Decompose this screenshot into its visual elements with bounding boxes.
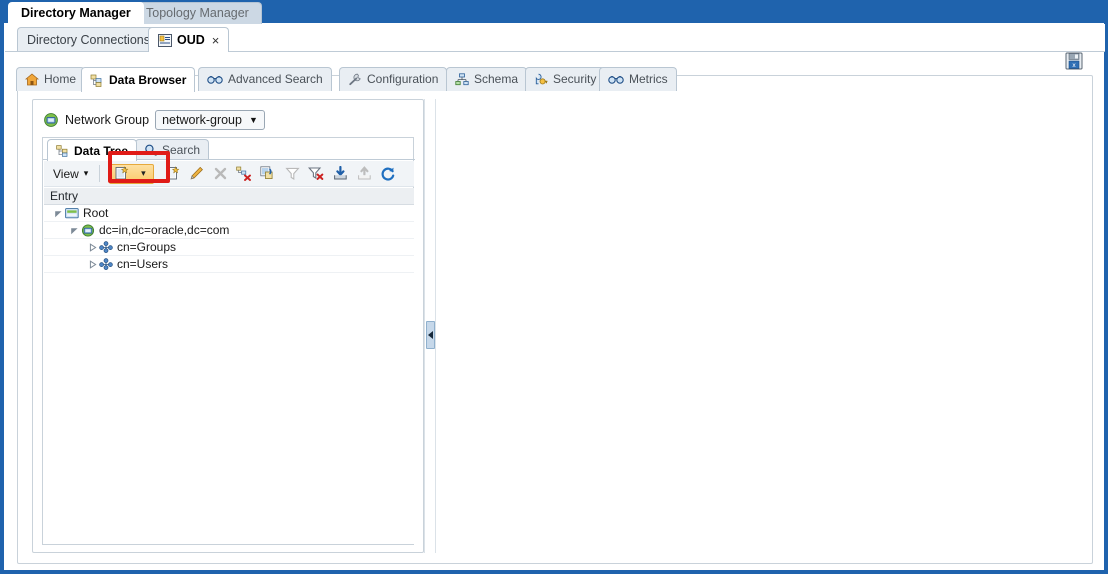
tab-label: Advanced Search <box>228 72 323 86</box>
tree-row-label: dc=in,dc=oracle,dc=com <box>99 223 230 237</box>
group-people-icon <box>98 241 114 253</box>
tab-label: Data Browser <box>109 72 187 87</box>
view-menu-label: View <box>53 166 79 181</box>
page-body: Directory Connections OUD × x Home Data … <box>4 23 1105 570</box>
tree-row-label: cn=Groups <box>117 240 177 254</box>
subtab-label: Data Tree <box>74 143 129 158</box>
panel-splitter[interactable] <box>424 99 436 553</box>
toplevel-tab-topology-manager[interactable]: Topology Manager <box>133 2 262 24</box>
connection-tab-oud[interactable]: OUD × <box>148 27 230 52</box>
subtab-data-tree[interactable]: Data Tree <box>47 139 138 161</box>
root-folder-icon <box>64 207 80 219</box>
toplevel-tab-label: Topology Manager <box>146 6 249 20</box>
tab-security[interactable]: Security <box>525 67 606 91</box>
chevron-down-icon: ▼ <box>248 115 258 125</box>
key-lock-icon <box>534 73 548 86</box>
data-browser-left-panel: Network Group network-group ▼ Data Tree … <box>32 99 424 553</box>
magnifier-icon <box>144 144 157 156</box>
tab-advanced-search[interactable]: Advanced Search <box>198 67 332 91</box>
tab-label: Home <box>44 72 77 86</box>
connection-tabbar: Directory Connections OUD × <box>5 24 1105 52</box>
toplevel-tabbar: Directory Manager Topology Manager <box>0 0 1108 25</box>
wrench-icon <box>348 73 362 86</box>
subtab-search[interactable]: Search <box>135 139 210 160</box>
group-people-icon <box>98 258 114 270</box>
refresh-icon[interactable] <box>376 163 400 185</box>
network-group-icon <box>43 112 59 128</box>
tab-configuration[interactable]: Configuration <box>339 67 448 91</box>
home-icon <box>25 73 39 86</box>
close-icon[interactable]: × <box>210 34 220 47</box>
tree-row-users[interactable]: cn=Users <box>44 256 414 273</box>
tree-row-groups[interactable]: cn=Groups <box>44 239 414 256</box>
tab-home[interactable]: Home <box>16 67 86 91</box>
connection-card-icon <box>158 33 172 47</box>
tree-row-suffix[interactable]: dc=in,dc=oracle,dc=com <box>44 222 414 239</box>
tree-row-root[interactable]: Root <box>44 205 414 222</box>
network-group-label: Network Group <box>65 113 150 127</box>
tree-panel: Data Tree Search View ▾ ▾ Entry Root dc=… <box>42 137 415 545</box>
connection-tab-directory-connections[interactable]: Directory Connections <box>17 27 160 52</box>
binoculars-icon <box>608 74 624 85</box>
export-up-icon <box>352 163 376 185</box>
edit-entry-button[interactable] <box>184 163 208 185</box>
toplevel-tab-label: Directory Manager <box>21 6 131 20</box>
expand-toggle-expanded-icon[interactable] <box>68 226 80 235</box>
data-browser-icon <box>90 74 104 87</box>
subtab-label: Search <box>162 143 201 157</box>
tree-row-label: Root <box>83 206 109 220</box>
copy-entry-icon[interactable] <box>256 163 280 185</box>
tab-label: Schema <box>474 72 519 86</box>
chevron-down-icon[interactable]: ▾ <box>133 165 153 183</box>
collapse-left-arrow-icon[interactable] <box>426 321 435 349</box>
network-group-row: Network Group network-group ▼ <box>43 109 265 131</box>
connection-tab-label: Directory Connections <box>27 33 150 47</box>
delete-subtree-button[interactable] <box>232 163 256 185</box>
new-entry-from-template-button[interactable] <box>110 165 133 183</box>
tree-subtabbar: Data Tree Search <box>43 138 415 161</box>
entry-column-header: Entry <box>44 188 414 205</box>
tab-label: Configuration <box>367 72 439 86</box>
network-group-select[interactable]: network-group ▼ <box>155 110 265 130</box>
funnel-icon <box>280 163 304 185</box>
expand-toggle-collapsed-icon[interactable] <box>86 242 98 252</box>
tab-data-browser[interactable]: Data Browser <box>81 67 196 92</box>
binoculars-icon <box>207 74 223 85</box>
tab-label: Security <box>553 72 597 86</box>
tree-toolbar: View ▾ ▾ <box>44 161 414 187</box>
expand-toggle-expanded-icon[interactable] <box>52 209 64 218</box>
entry-detail-pane <box>437 99 1069 553</box>
network-group-selected-value: network-group <box>162 113 242 127</box>
toplevel-tab-directory-manager[interactable]: Directory Manager <box>8 2 144 25</box>
new-entry-split-button[interactable]: ▾ <box>109 163 155 184</box>
new-entry-button[interactable] <box>160 163 184 185</box>
tree-row-label: cn=Users <box>117 257 169 271</box>
toolbar-separator <box>99 165 101 182</box>
tab-label: Metrics <box>629 72 668 86</box>
chevron-down-icon: ▾ <box>83 168 89 178</box>
funnel-clear-icon[interactable] <box>304 163 328 185</box>
delete-entry-button <box>208 163 232 185</box>
view-menu-button[interactable]: View ▾ <box>44 162 96 186</box>
data-tree-icon <box>56 144 69 157</box>
module-tabbar: Home Data Browser Advanced Search Config… <box>16 67 1101 92</box>
schema-icon <box>455 73 469 86</box>
tab-metrics[interactable]: Metrics <box>599 67 677 91</box>
tab-schema[interactable]: Schema <box>446 67 528 91</box>
import-down-icon[interactable] <box>328 163 352 185</box>
connection-tab-label: OUD <box>177 33 205 47</box>
suffix-globe-icon <box>80 223 96 237</box>
application-window: Directory Manager Topology Manager Direc… <box>0 0 1108 574</box>
expand-toggle-collapsed-icon[interactable] <box>86 259 98 269</box>
entry-tree: Root dc=in,dc=oracle,dc=com cn=Groups cn… <box>44 205 414 544</box>
